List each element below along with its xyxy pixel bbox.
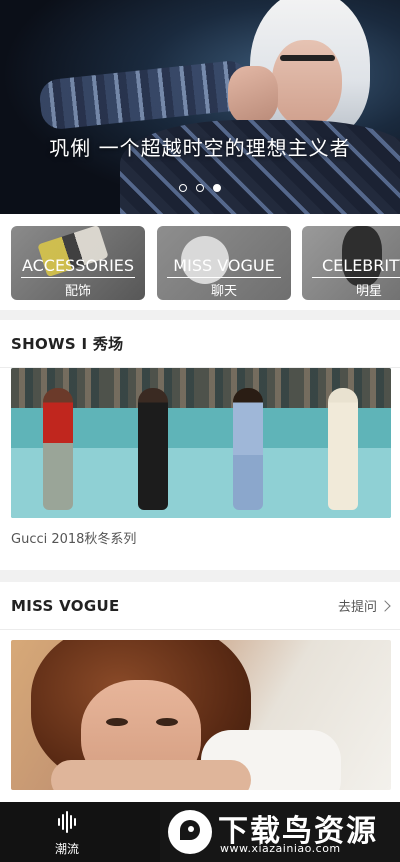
runway-panel	[296, 368, 391, 518]
shows-title: SHOWS I 秀场	[11, 335, 124, 353]
hero-image-fist	[228, 66, 278, 124]
hero-banner[interactable]: 巩俐 一个超越时空的理想主义者	[0, 0, 400, 214]
category-card-divider	[312, 277, 400, 278]
hero-title: 巩俐 一个超越时空的理想主义者	[49, 136, 351, 160]
runway-model	[138, 388, 168, 510]
waveform-bar	[66, 811, 68, 833]
portrait-eye	[106, 718, 128, 726]
portrait-arm	[51, 760, 251, 790]
runway-panel	[201, 368, 296, 518]
waveform-icon	[40, 810, 94, 834]
category-card-accessories[interactable]: ACCESSORIES 配饰	[11, 226, 145, 300]
runway-panel	[106, 368, 201, 518]
runway-model	[43, 388, 73, 510]
runway-panel	[11, 368, 106, 518]
ask-question-link[interactable]: 去提问	[337, 596, 391, 615]
miss-vogue-section: MISS VOGUE 去提问	[0, 582, 400, 802]
hero-image-face	[272, 40, 342, 128]
waveform-bar	[70, 815, 72, 829]
category-card-title: ACCESSORIES	[21, 256, 135, 275]
runway-model	[233, 388, 263, 510]
category-card-divider	[167, 277, 281, 278]
miss-vogue-title: MISS VOGUE	[11, 596, 120, 615]
portrait-eye	[156, 718, 178, 726]
shows-caption[interactable]: Gucci 2018秋冬系列	[11, 528, 136, 547]
watermark: 下载鸟资源 www.xiazainiao.com	[160, 802, 400, 862]
category-strip: ACCESSORIES 配饰 MISS VOGUE 聊天 CELEBRITY 明…	[0, 214, 400, 310]
tab-trend-label: 潮流	[54, 842, 79, 856]
waveform-bar	[74, 818, 76, 826]
shows-image[interactable]	[11, 368, 391, 518]
chevron-right-icon	[379, 599, 391, 612]
shows-section: SHOWS I 秀场 Gucci 2018秋冬系列	[0, 320, 400, 570]
carousel-dot-active[interactable]	[213, 184, 221, 192]
app-screen: 巩俐 一个超越时空的理想主义者 ACCESSORIES 配饰 MISS VOGU…	[0, 0, 400, 862]
runway-model	[328, 388, 358, 510]
carousel-dot[interactable]	[196, 184, 204, 192]
ask-question-label: 去提问	[337, 600, 377, 615]
carousel-dot[interactable]	[179, 184, 187, 192]
carousel-dots	[0, 184, 400, 192]
tab-trend[interactable]: 潮流	[40, 808, 94, 858]
miss-vogue-image[interactable]	[11, 640, 391, 790]
hero-image-brow	[280, 55, 335, 61]
watermark-url: www.xiazainiao.com	[220, 842, 341, 855]
watermark-logo-icon	[168, 810, 212, 854]
waveform-bar	[62, 814, 64, 830]
category-card-title: MISS VOGUE	[173, 256, 275, 275]
category-card-celebrity[interactable]: CELEBRITY 明星	[302, 226, 400, 300]
shows-header: SHOWS I 秀场	[0, 320, 400, 368]
category-card-miss-vogue[interactable]: MISS VOGUE 聊天	[157, 226, 291, 300]
category-card-subtitle: 聊天	[210, 284, 237, 299]
category-card-subtitle: 配饰	[64, 284, 91, 299]
category-card-divider	[21, 277, 135, 278]
miss-vogue-header: MISS VOGUE 去提问	[0, 582, 400, 630]
category-card-subtitle: 明星	[355, 284, 382, 299]
category-card-title: CELEBRITY	[322, 256, 400, 275]
waveform-bar	[58, 818, 60, 826]
